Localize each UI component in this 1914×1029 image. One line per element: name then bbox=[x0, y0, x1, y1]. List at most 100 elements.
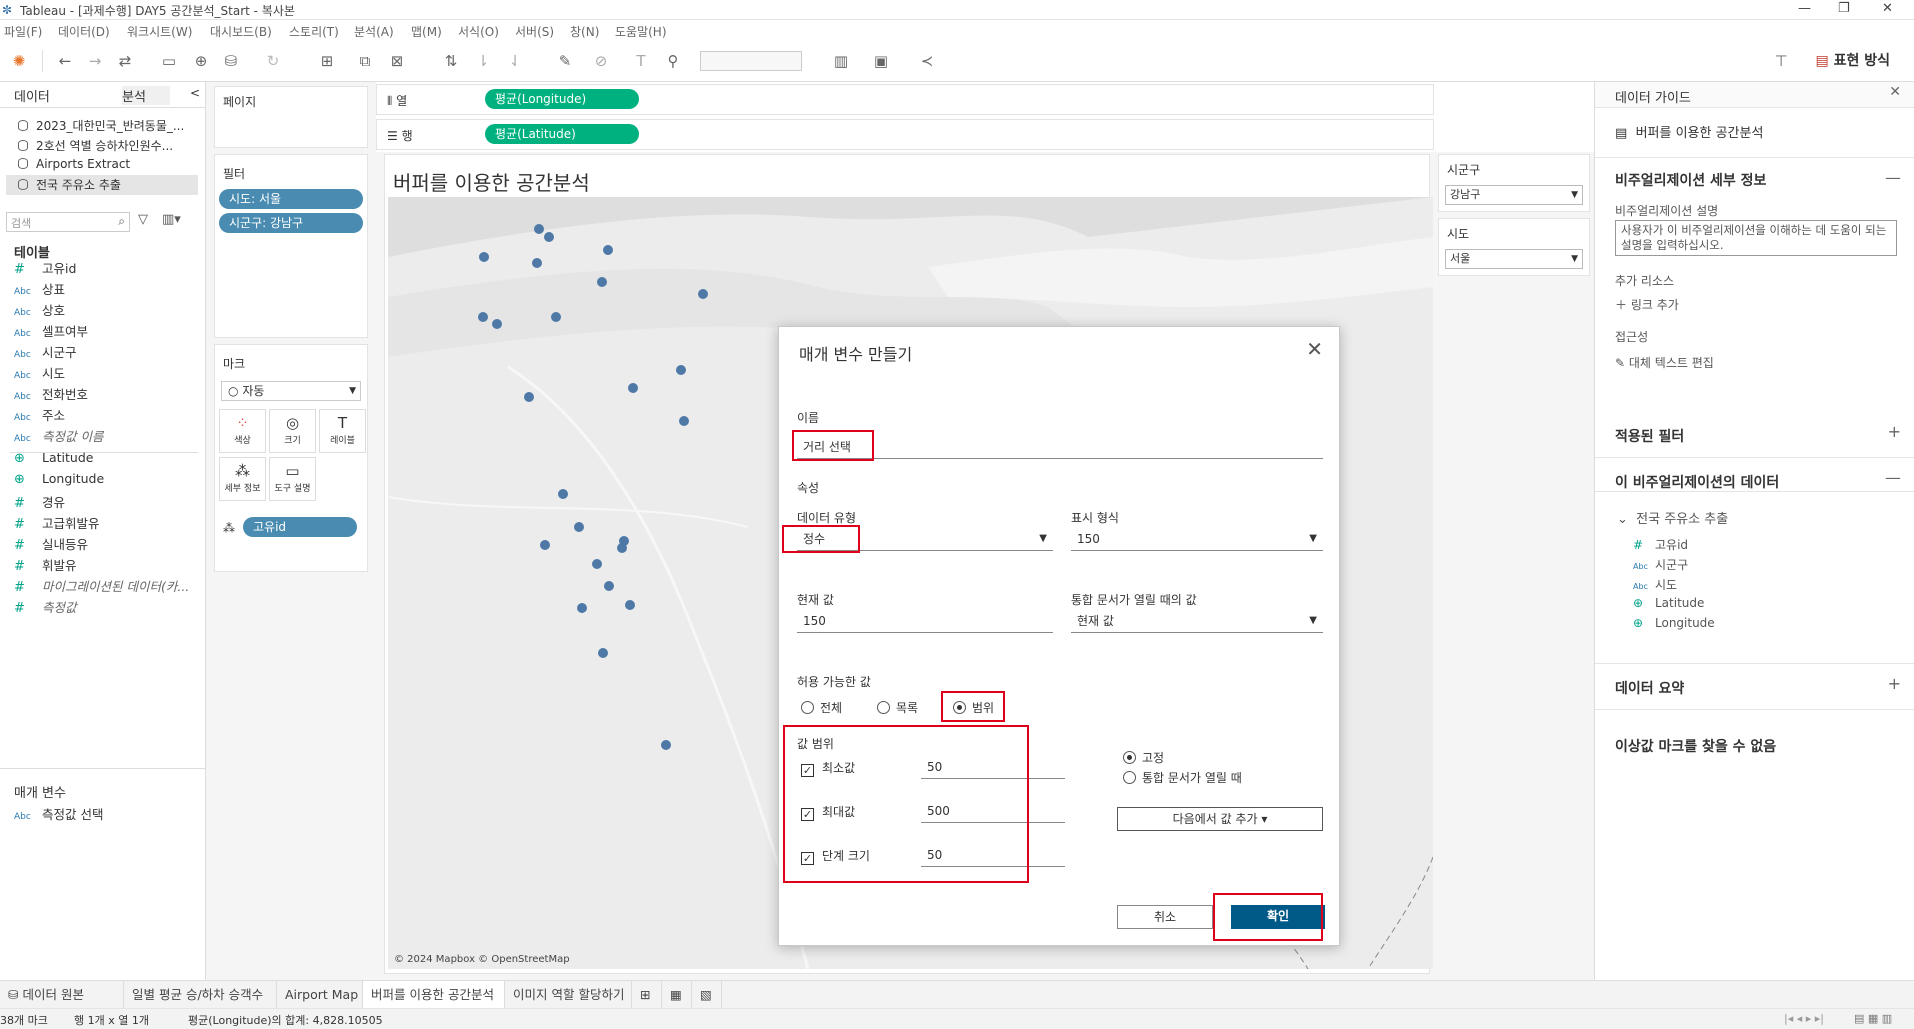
expand-icon[interactable]: + bbox=[1888, 422, 1901, 441]
radio-list[interactable]: 목록 bbox=[877, 699, 918, 716]
map-point[interactable] bbox=[597, 277, 607, 287]
close-dialog-icon[interactable]: ✕ bbox=[1306, 337, 1323, 361]
collapse-icon[interactable]: — bbox=[1885, 468, 1901, 487]
group-icon[interactable]: ⊘ bbox=[592, 52, 610, 70]
view-mode-icons[interactable]: ▤ ▦ ▥ bbox=[1854, 1012, 1892, 1025]
map-point[interactable] bbox=[492, 319, 502, 329]
datasource-item[interactable]: 2023_대한민국_반려동물_... bbox=[18, 117, 184, 134]
columns-pill[interactable]: 평균(Longitude) bbox=[485, 89, 639, 109]
view-options-icon[interactable]: ▥▾ bbox=[162, 212, 181, 227]
map-point[interactable] bbox=[478, 312, 488, 322]
filter-card-select[interactable]: 강남구 ▼ bbox=[1445, 185, 1583, 205]
menu-story[interactable]: 스토리(T) bbox=[289, 23, 339, 40]
sort-desc-icon[interactable]: ⇃ bbox=[506, 52, 524, 70]
map-point[interactable] bbox=[558, 489, 568, 499]
pin-icon[interactable]: ⚲ bbox=[664, 52, 682, 70]
menu-format[interactable]: 서식(O) bbox=[458, 23, 499, 40]
presentation-icon[interactable]: ▣ bbox=[872, 52, 890, 70]
field-item[interactable]: Abc 전화번호 bbox=[14, 384, 88, 403]
maximize-icon[interactable]: ❐ bbox=[1838, 1, 1850, 16]
field-item[interactable]: ⊕ Latitude bbox=[14, 450, 93, 466]
collapse-pane-icon[interactable]: < bbox=[190, 86, 200, 100]
save-icon[interactable]: ▭ bbox=[160, 52, 178, 70]
field-item[interactable]: Abc 상호 bbox=[14, 300, 65, 319]
close-window-icon[interactable]: ✕ bbox=[1882, 1, 1893, 16]
minimize-icon[interactable]: — bbox=[1798, 1, 1811, 16]
map-point[interactable] bbox=[679, 416, 689, 426]
map-point[interactable] bbox=[592, 559, 602, 569]
close-panel-icon[interactable]: ✕ bbox=[1889, 84, 1901, 100]
field-item[interactable]: Abc 시도 bbox=[14, 363, 65, 382]
tab-data[interactable]: 데이터 bbox=[14, 86, 50, 105]
field-item[interactable]: # 고유id bbox=[14, 258, 76, 277]
detail-button[interactable]: ⁂ 세부 정보 bbox=[219, 457, 266, 501]
menu-help[interactable]: 도움말(H) bbox=[615, 23, 667, 40]
map-point[interactable] bbox=[625, 600, 635, 610]
sort-asc-icon[interactable]: ⇂ bbox=[474, 52, 492, 70]
tab-analysis[interactable]: 분석 bbox=[122, 86, 170, 105]
tab-sheet[interactable]: 이미지 역할 할당하기 bbox=[505, 981, 632, 1008]
field-item[interactable]: ⊕ Longitude bbox=[14, 471, 104, 487]
rows-pill[interactable]: 평균(Latitude) bbox=[485, 124, 639, 144]
menu-data[interactable]: 데이터(D) bbox=[58, 23, 110, 40]
map-point[interactable] bbox=[628, 383, 638, 393]
clear-sheet-icon[interactable]: ⊠ bbox=[388, 52, 406, 70]
new-worksheet-icon[interactable]: ⊞ bbox=[318, 52, 336, 70]
menu-file[interactable]: 파일(F) bbox=[4, 23, 42, 40]
new-datasource-icon[interactable]: ⊕ bbox=[192, 52, 210, 70]
mark-pill[interactable]: 고유id bbox=[243, 517, 357, 537]
datasource-item[interactable]: 2호선 역별 승하차인원수... bbox=[18, 137, 173, 154]
map-point[interactable] bbox=[534, 224, 544, 234]
menu-worksheet[interactable]: 워크시트(W) bbox=[127, 23, 192, 40]
share-icon[interactable]: ≺ bbox=[918, 52, 936, 70]
add-values-from-button[interactable]: 다음에서 값 추가 ▾ bbox=[1117, 807, 1323, 831]
menu-dashboard[interactable]: 대시보드(B) bbox=[210, 23, 272, 40]
tab-sheet-active[interactable]: 버퍼를 이용한 공간분석 bbox=[363, 981, 505, 1008]
parameter-name-input[interactable]: 거리 선택 bbox=[797, 435, 1323, 459]
filter-pill[interactable]: 시도: 서울 bbox=[219, 189, 363, 209]
cancel-button[interactable]: 취소 bbox=[1117, 905, 1213, 929]
map-point[interactable] bbox=[617, 543, 627, 553]
highlight-icon[interactable]: ✎ bbox=[556, 52, 574, 70]
current-value-input[interactable]: 150 bbox=[797, 609, 1053, 633]
workbook-open-select[interactable]: 현재 값 ▼ bbox=[1071, 609, 1323, 633]
map-point[interactable] bbox=[574, 522, 584, 532]
radio-fixed[interactable]: 고정 bbox=[1123, 749, 1164, 766]
map-point[interactable] bbox=[524, 392, 534, 402]
add-link-button[interactable]: ＋ 링크 추가 bbox=[1615, 296, 1679, 313]
field-item[interactable]: Abc 주소 bbox=[14, 405, 65, 424]
tooltip-button[interactable]: ▭ 도구 설명 bbox=[269, 457, 316, 501]
map-point[interactable] bbox=[577, 603, 587, 613]
map-point[interactable] bbox=[540, 540, 550, 550]
map-point[interactable] bbox=[604, 581, 614, 591]
format-painter-icon[interactable]: ⊤ bbox=[1772, 52, 1790, 70]
replay-icon[interactable]: ⇄ bbox=[116, 52, 134, 70]
field-item[interactable]: Abc 측정값 이름 bbox=[14, 426, 103, 445]
map-point[interactable] bbox=[661, 740, 671, 750]
map-point[interactable] bbox=[676, 365, 686, 375]
collapse-icon[interactable]: — bbox=[1885, 168, 1901, 187]
show-me-button[interactable]: ▤ 표현 방식 bbox=[1815, 50, 1890, 72]
filter-icon[interactable]: ▽ bbox=[138, 212, 148, 227]
swap-icon[interactable]: ⇅ bbox=[442, 52, 460, 70]
mark-type-dropdown[interactable]: ○ 자동 ▼ bbox=[221, 381, 361, 401]
field-item[interactable]: # 경유 bbox=[14, 492, 65, 511]
new-dashboard-icon[interactable]: ▦ bbox=[662, 981, 692, 1008]
filter-card-select[interactable]: 서울 ▼ bbox=[1445, 249, 1583, 269]
map-point[interactable] bbox=[603, 245, 613, 255]
size-button[interactable]: ◎ 크기 bbox=[269, 409, 316, 453]
search-input[interactable]: 검색 ⌕ bbox=[6, 212, 130, 232]
color-button[interactable]: ⁘ 색상 bbox=[219, 409, 266, 453]
fit-dropdown[interactable] bbox=[700, 51, 802, 71]
menu-analysis[interactable]: 분석(A) bbox=[354, 23, 394, 40]
field-item[interactable]: # 측정값 bbox=[14, 597, 77, 616]
tableau-home-icon[interactable]: ✺ bbox=[10, 52, 28, 70]
field-item[interactable]: # 고급휘발유 bbox=[14, 513, 100, 532]
map-point[interactable] bbox=[698, 289, 708, 299]
map-point[interactable] bbox=[532, 258, 542, 268]
rows-shelf[interactable]: ☰ 행 평균(Latitude) bbox=[376, 119, 1434, 150]
field-item[interactable]: # 휘발유 bbox=[14, 555, 77, 574]
menu-window[interactable]: 창(N) bbox=[570, 23, 599, 40]
tab-data-source[interactable]: ⛁ 데이터 원본 bbox=[0, 981, 124, 1008]
redo-icon[interactable]: → bbox=[86, 52, 104, 70]
